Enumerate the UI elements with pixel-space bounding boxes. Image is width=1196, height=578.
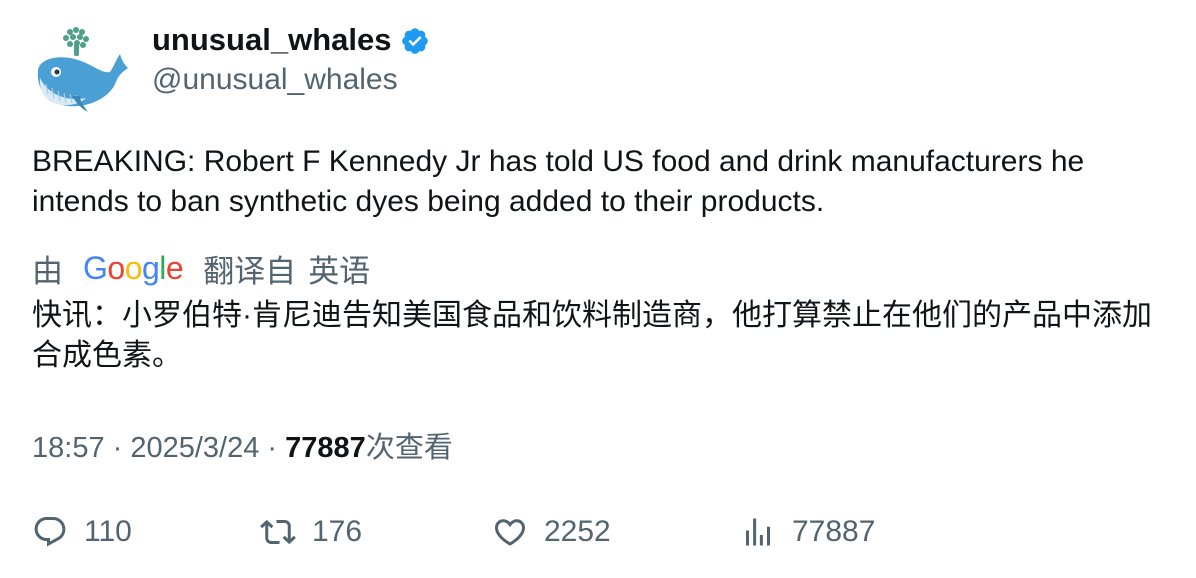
views-button[interactable]: 77887	[740, 510, 875, 554]
meta-separator: ·	[104, 432, 131, 464]
like-button[interactable]: 2252	[492, 510, 611, 554]
whale-logo-icon[interactable]	[30, 22, 130, 122]
translated-text: 快讯：小罗伯特·肯尼迪告知美国食品和饮料制造商，他打算禁止在他们的产品中添加合成…	[32, 299, 1152, 372]
views-count: 77887	[285, 432, 366, 464]
action-bar: 110 176 2252 77887	[32, 510, 1172, 554]
reply-icon	[34, 517, 66, 547]
google-logo-icon[interactable]: Google	[83, 250, 184, 287]
tweet-text: BREAKING: Robert F Kennedy Jr has told U…	[32, 145, 1085, 218]
heart-icon	[494, 519, 526, 546]
author-display-name[interactable]: unusual_whales	[152, 22, 430, 58]
tweet-time[interactable]: 18:57	[32, 432, 105, 464]
meta-separator: ·	[259, 432, 286, 464]
repost-button[interactable]: 176	[260, 510, 362, 554]
translated-from-label: 翻译自	[203, 253, 297, 289]
author-name-text[interactable]: unusual_whales	[152, 22, 391, 58]
repost-icon	[260, 519, 296, 545]
verified-badge-icon	[402, 28, 429, 54]
tweet-meta: 18:57 · 2025/3/24 · 77887次查看	[32, 424, 453, 466]
source-language: 英语	[308, 253, 371, 289]
reply-count: 110	[84, 515, 132, 548]
analytics-icon	[746, 518, 770, 546]
views-label: 次查看	[365, 432, 453, 464]
reply-button[interactable]: 110	[32, 510, 132, 554]
translated-by-label: 由	[32, 253, 63, 289]
author-handle[interactable]: @unusual_whales	[152, 63, 398, 97]
views-action-count: 77887	[792, 515, 876, 548]
tweet-date[interactable]: 2025/3/24	[130, 432, 259, 464]
translation-attribution: 由 Google 翻译自 英语	[32, 248, 371, 289]
like-count: 2252	[544, 515, 611, 548]
repost-count: 176	[312, 515, 363, 548]
